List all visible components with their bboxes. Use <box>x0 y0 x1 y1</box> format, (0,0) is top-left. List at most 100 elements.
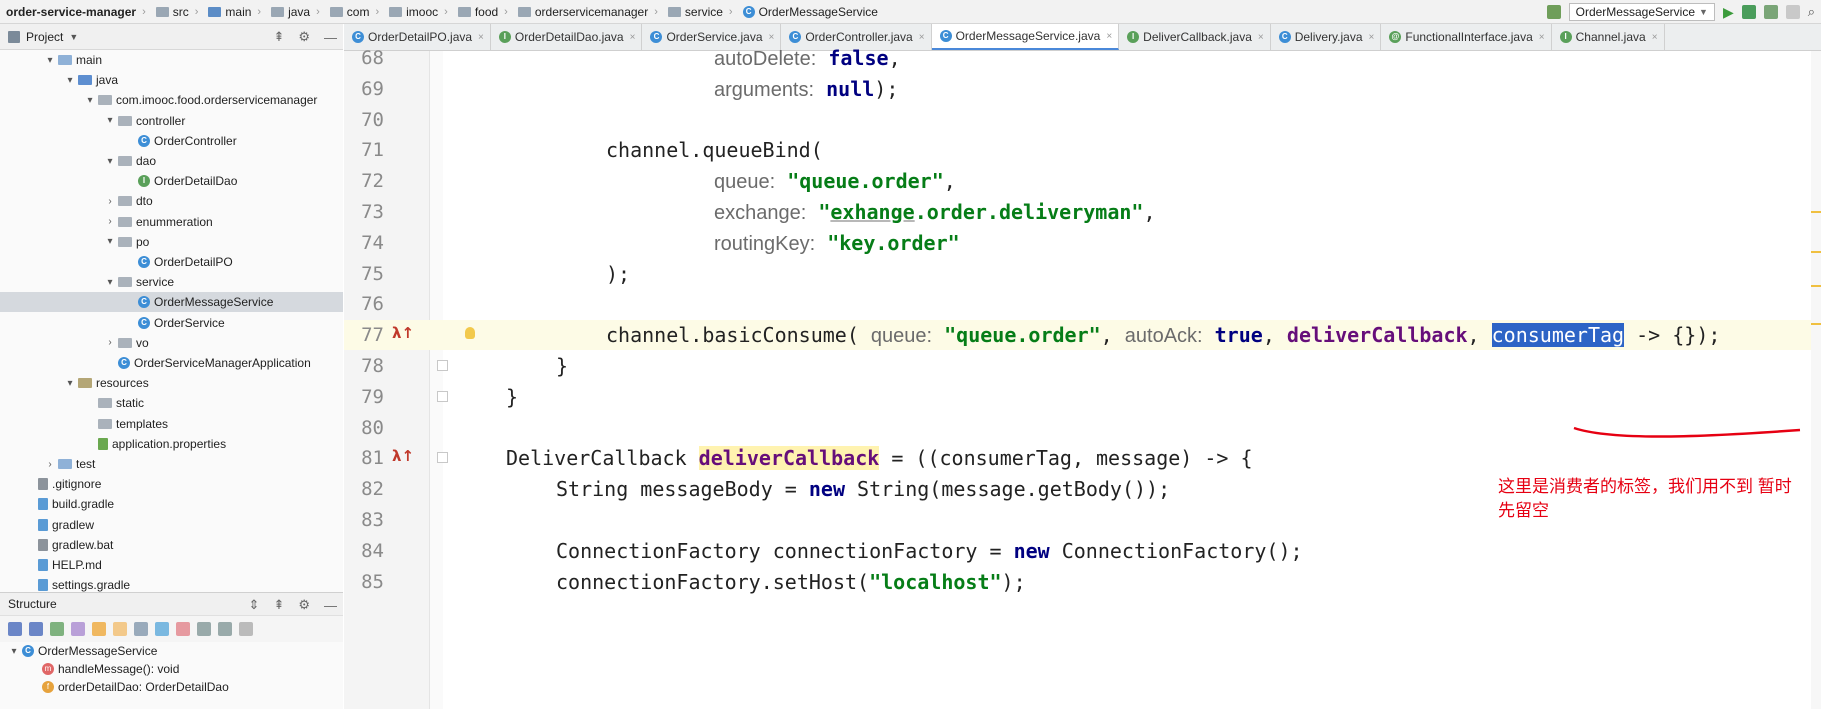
editor-tab[interactable]: I DeliverCallback.java × <box>1119 24 1271 50</box>
expand-icon[interactable] <box>197 622 211 636</box>
show-fields-icon[interactable] <box>92 622 106 636</box>
close-icon[interactable]: × <box>1258 32 1264 43</box>
close-icon[interactable]: × <box>1652 32 1658 43</box>
marker[interactable] <box>1811 211 1821 213</box>
editor-tab[interactable]: @ FunctionalInterface.java × <box>1381 24 1552 50</box>
tree-node[interactable]: C OrderMessageService <box>0 292 343 313</box>
tree-node[interactable]: ▾ dao <box>0 151 343 171</box>
close-icon[interactable]: × <box>1106 31 1112 42</box>
tree-node[interactable]: C OrderController <box>0 131 343 151</box>
bulb-icon[interactable] <box>465 327 475 340</box>
show-lambda-icon[interactable] <box>176 622 190 636</box>
tree-node[interactable]: templates <box>0 414 343 434</box>
tree-node[interactable]: C OrderDetailPO <box>0 252 343 272</box>
editor-tab[interactable]: C OrderMessageService.java × <box>931 24 1120 50</box>
structure-panel-title[interactable]: Structure <box>8 597 57 611</box>
error-stripe[interactable] <box>1811 51 1821 709</box>
tree-node[interactable]: gradlew <box>0 515 343 535</box>
tree-node[interactable]: ▾ com.imooc.food.orderservicemanager <box>0 90 343 110</box>
marker[interactable] <box>1811 251 1821 253</box>
structure-item[interactable]: f orderDetailDao: OrderDetailDao <box>0 678 343 696</box>
chevron-icon[interactable]: ▾ <box>104 115 116 126</box>
code-line[interactable]: } <box>506 382 518 412</box>
hide-panel-icon[interactable]: — <box>324 30 337 45</box>
breadcrumb-item[interactable]: order-service-manager <box>0 0 136 24</box>
autoscroll-icon[interactable] <box>239 622 253 636</box>
tree-node[interactable]: › vo <box>0 333 343 353</box>
tree-node[interactable]: application.properties <box>0 434 343 454</box>
tree-node[interactable]: ▾ controller <box>0 111 343 131</box>
tree-node[interactable]: › dto <box>0 191 343 211</box>
code-line[interactable]: exchange: "exhange.order.deliveryman", <box>714 197 1156 227</box>
code-line[interactable]: channel.queueBind( <box>606 135 823 165</box>
tree-node[interactable]: ▾ resources <box>0 373 343 393</box>
structure-item[interactable]: ▾ C OrderMessageService <box>0 642 343 660</box>
chevron-icon[interactable]: › <box>104 216 116 227</box>
chevron-icon[interactable]: ▾ <box>44 55 56 66</box>
code-line[interactable]: String messageBody = new String(message.… <box>556 474 1170 504</box>
code-line[interactable]: ); <box>606 259 630 289</box>
tree-node[interactable]: HELP.md <box>0 555 343 575</box>
close-icon[interactable]: × <box>1369 32 1375 43</box>
tree-node[interactable]: ▾ po <box>0 232 343 252</box>
chevron-icon[interactable]: ▾ <box>64 378 76 389</box>
breadcrumb-item[interactable]: java <box>267 0 310 24</box>
close-icon[interactable]: × <box>478 32 484 43</box>
tree-node[interactable]: build.gradle <box>0 494 343 514</box>
chevron-icon[interactable]: › <box>104 337 116 348</box>
code-line[interactable]: DeliverCallback deliverCallback = ((cons… <box>506 443 1253 473</box>
chevron-icon[interactable]: › <box>44 459 56 470</box>
run-configuration-select[interactable]: OrderMessageService ▼ <box>1568 3 1715 21</box>
tree-node[interactable]: settings.gradle <box>0 575 343 592</box>
tree-node[interactable]: C OrderService <box>0 313 343 333</box>
chevron-icon[interactable]: ▾ <box>64 75 76 86</box>
editor-tab[interactable]: I OrderDetailDao.java × <box>491 24 643 50</box>
tree-node[interactable]: .gitignore <box>0 474 343 494</box>
tree-node[interactable]: static <box>0 393 343 413</box>
code-line[interactable]: queue: "queue.order", <box>714 166 956 196</box>
chevron-icon[interactable]: ▾ <box>104 236 116 247</box>
collapse-all-icon[interactable]: ⇞ <box>273 29 284 45</box>
show-lambdas-icon[interactable] <box>134 622 148 636</box>
chevron-icon[interactable]: ▾ <box>84 95 96 106</box>
tree-node[interactable]: ▾ service <box>0 272 343 292</box>
chevron-icon[interactable]: ▾ <box>104 277 116 288</box>
hide-panel-icon[interactable]: — <box>324 598 337 613</box>
close-icon[interactable]: × <box>630 32 636 43</box>
chevron-icon[interactable]: ▾ <box>104 156 116 167</box>
close-icon[interactable]: × <box>769 32 775 43</box>
debug-icon[interactable] <box>1741 5 1756 19</box>
fold-icon[interactable] <box>437 390 448 402</box>
stop-icon[interactable] <box>1785 5 1800 19</box>
breadcrumb-item[interactable]: com <box>326 0 369 24</box>
code-line[interactable]: channel.basicConsume( queue: "queue.orde… <box>606 320 1720 350</box>
structure-item[interactable]: m handleMessage(): void <box>0 660 343 678</box>
breadcrumb-item[interactable]: C OrderMessageService <box>739 0 878 24</box>
collapse-icon[interactable] <box>218 622 232 636</box>
search-icon[interactable]: ⌕ <box>1808 4 1815 20</box>
tree-node[interactable]: gradlew.bat <box>0 535 343 555</box>
sort-visibility-icon[interactable] <box>8 622 22 636</box>
breadcrumb-item[interactable]: service <box>664 0 723 24</box>
breadcrumb-item[interactable]: main <box>204 0 251 24</box>
code-line[interactable]: ConnectionFactory connectionFactory = ne… <box>556 536 1303 566</box>
collapse-all-icon[interactable]: ⇞ <box>273 597 284 613</box>
marker[interactable] <box>1811 285 1821 287</box>
show-properties-icon[interactable] <box>71 622 85 636</box>
code-line[interactable]: connectionFactory.setHost("localhost"); <box>556 567 1026 597</box>
code-line[interactable]: routingKey: "key.order" <box>714 228 960 258</box>
build-icon[interactable] <box>1546 5 1561 19</box>
close-icon[interactable]: × <box>919 32 925 43</box>
tree-node[interactable]: I OrderDetailDao <box>0 171 343 191</box>
marker[interactable] <box>1811 323 1821 325</box>
close-icon[interactable]: × <box>1539 32 1545 43</box>
fold-icon[interactable] <box>437 452 448 464</box>
breadcrumb-item[interactable]: imooc <box>385 0 438 24</box>
breadcrumb-item[interactable]: orderservicemanager <box>514 0 648 24</box>
editor-tab[interactable]: I Channel.java × <box>1552 24 1665 50</box>
tree-node[interactable]: ▾ java <box>0 70 343 90</box>
code-line[interactable]: arguments: null); <box>714 74 898 104</box>
project-panel-title[interactable]: Project <box>26 30 63 44</box>
code-line[interactable]: } <box>556 351 568 381</box>
show-non-public-icon[interactable] <box>113 622 127 636</box>
